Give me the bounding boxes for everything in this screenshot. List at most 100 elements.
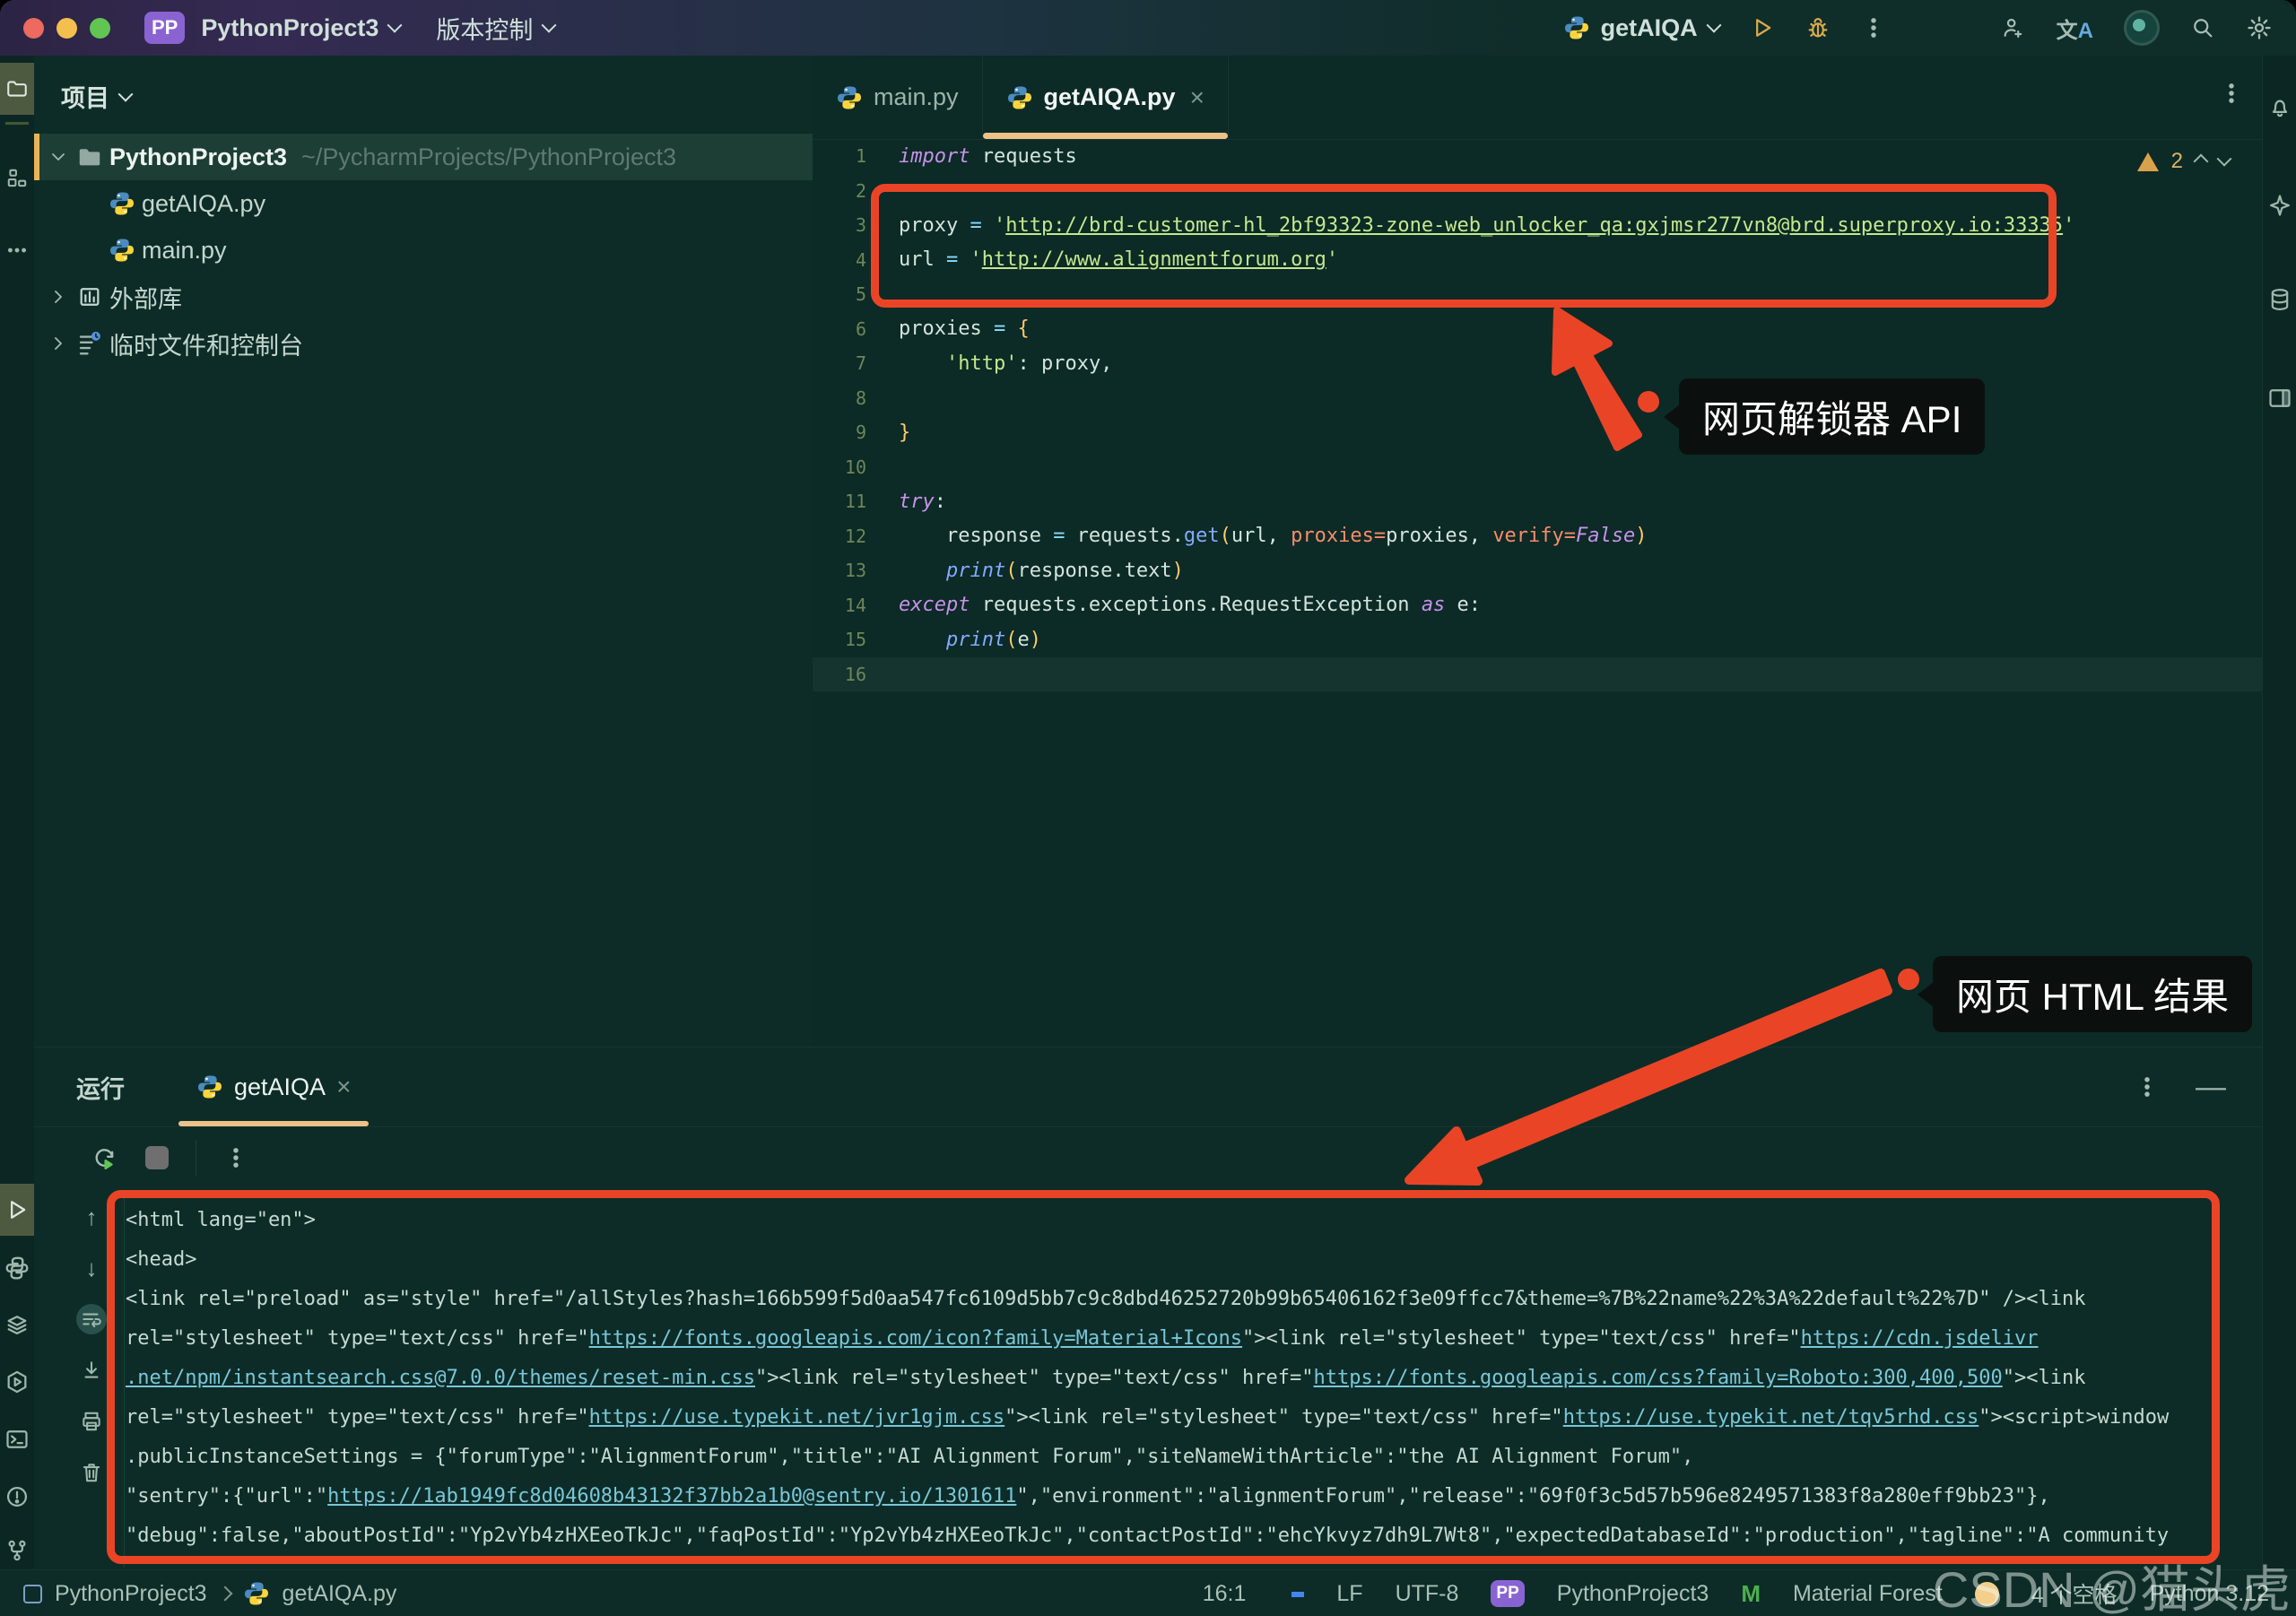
ai-assistant-tool-button[interactable]	[2265, 190, 2295, 221]
chevron-down-icon	[1706, 18, 1721, 33]
clear-console-button[interactable]	[76, 1457, 107, 1488]
line-number[interactable]: 11	[813, 491, 891, 512]
vcs-menu[interactable]: 版本控制	[436, 11, 554, 46]
console-options-button[interactable]	[223, 1145, 248, 1170]
code-line[interactable]: 8	[813, 381, 2262, 416]
line-number[interactable]: 10	[813, 456, 891, 478]
chevron-right-icon	[217, 1586, 232, 1602]
line-number[interactable]: 7	[813, 352, 891, 374]
code-text: response = requests.get(url, proxies=pro…	[899, 525, 1648, 547]
line-number[interactable]: 1	[813, 145, 891, 167]
tab-options-button[interactable]	[2219, 81, 2244, 106]
search-everywhere-button[interactable]	[2190, 15, 2215, 40]
code-with-me-button[interactable]	[2001, 15, 2026, 40]
run-config-selector[interactable]: getAIQA	[1563, 14, 1719, 42]
rerun-button[interactable]	[91, 1144, 118, 1171]
run-button[interactable]	[1750, 15, 1775, 40]
notifications-button[interactable]	[2265, 91, 2295, 122]
more-run-options-button[interactable]	[1861, 15, 1886, 40]
code-line[interactable]: 10	[813, 450, 2262, 485]
python-icon	[196, 1073, 223, 1100]
more-tools-button[interactable]	[2, 235, 32, 265]
status-project[interactable]: PythonProject3	[1557, 1581, 1709, 1607]
close-icon[interactable]: ×	[336, 1073, 351, 1101]
python-packages-tool-button[interactable]	[2, 1253, 32, 1283]
line-number[interactable]: 16	[813, 664, 891, 685]
line-number[interactable]: 6	[813, 318, 891, 340]
minimize-window-button[interactable]	[57, 18, 77, 39]
code-text: }	[899, 421, 910, 444]
database-tool-button[interactable]	[2265, 284, 2295, 315]
code-line[interactable]: 14except requests.exceptions.RequestExce…	[813, 588, 2262, 623]
up-stacktrace-button[interactable]: ↑	[76, 1202, 107, 1232]
line-number[interactable]: 8	[813, 387, 891, 409]
python-console-tool-button[interactable]	[2, 1367, 32, 1397]
translate-icon[interactable]: 文A	[2057, 13, 2093, 44]
editor-tab-getAIQA.py[interactable]: getAIQA.py×	[983, 56, 1229, 139]
version-control-tool-button[interactable]	[2, 1535, 32, 1566]
avatar[interactable]	[2124, 10, 2160, 46]
settings-button[interactable]	[2246, 14, 2273, 41]
project-tool-button[interactable]	[0, 63, 34, 115]
scroll-to-end-button[interactable]	[76, 1355, 107, 1386]
google-icon[interactable]	[1278, 1581, 1304, 1607]
tree-item[interactable]: 外部库	[34, 274, 813, 320]
left-tool-stripe	[0, 56, 35, 1569]
chevron-down-icon[interactable]	[45, 146, 72, 168]
services-tool-button[interactable]	[2, 1309, 32, 1340]
tree-item[interactable]: main.py	[34, 227, 813, 274]
code-line[interactable]: 6 proxies = {	[813, 312, 2262, 347]
code-line[interactable]: 12 response = requests.get(url, proxies=…	[813, 519, 2262, 554]
stop-button[interactable]	[145, 1146, 169, 1169]
file-encoding[interactable]: UTF-8	[1396, 1581, 1459, 1607]
print-button[interactable]	[76, 1406, 107, 1437]
debug-button[interactable]	[1805, 15, 1831, 40]
line-number[interactable]: 15	[813, 629, 891, 650]
run-tool-button[interactable]	[0, 1184, 34, 1236]
code-line[interactable]: 15 print(e)	[813, 622, 2262, 657]
breadcrumb-project[interactable]: PythonProject3	[55, 1581, 207, 1607]
run-config-label: getAIQA	[1601, 14, 1698, 42]
code-text: proxies = {	[899, 317, 1030, 340]
hide-panel-button[interactable]: —	[2196, 1070, 2226, 1105]
close-icon[interactable]: ×	[1190, 83, 1205, 112]
caret-position[interactable]: 16:1	[1203, 1581, 1247, 1607]
line-number[interactable]: 12	[813, 526, 891, 547]
editor-tab-main.py[interactable]: main.py	[813, 56, 983, 139]
python-icon	[243, 1580, 270, 1607]
tree-item[interactable]: getAIQA.py	[34, 180, 813, 227]
problems-tool-button[interactable]	[2, 1481, 32, 1512]
line-number[interactable]: 14	[813, 595, 891, 616]
zoom-window-button[interactable]	[90, 18, 110, 39]
run-panel-options-button[interactable]	[2135, 1074, 2160, 1099]
project-icon-badge: PP	[144, 12, 185, 44]
breadcrumb-file[interactable]: getAIQA.py	[283, 1581, 397, 1607]
soft-wrap-button[interactable]	[76, 1304, 107, 1334]
line-number[interactable]: 13	[813, 560, 891, 581]
tree-item[interactable]: PythonProject3~/PycharmProjects/PythonPr…	[34, 134, 813, 180]
project-panel-header[interactable]: 项目	[34, 56, 813, 130]
terminal-tool-button[interactable]	[2, 1424, 32, 1455]
structure-tool-button[interactable]	[2, 163, 32, 194]
python-icon	[104, 190, 140, 217]
code-line[interactable]: 1import requests	[813, 139, 2262, 174]
code-line[interactable]: 11try:	[813, 484, 2262, 519]
code-line[interactable]: 9}	[813, 415, 2262, 450]
down-stacktrace-button[interactable]: ↓	[76, 1253, 107, 1283]
code-line[interactable]: 13 print(response.text)	[813, 553, 2262, 588]
project-selector[interactable]: PythonProject3	[201, 14, 400, 42]
tree-item[interactable]: 临时文件和控制台	[34, 320, 813, 367]
line-number[interactable]: 9	[813, 421, 891, 443]
close-window-button[interactable]	[23, 18, 44, 39]
theme-name[interactable]: Material Forest	[1793, 1581, 1943, 1607]
line-ending[interactable]: LF	[1336, 1581, 1362, 1607]
code-line[interactable]: 7 'http': proxy,	[813, 346, 2262, 381]
run-tab[interactable]: getAIQA ×	[178, 1047, 369, 1126]
layout-panel-button[interactable]	[2265, 383, 2295, 413]
project-badge: PP	[1491, 1580, 1524, 1607]
code-line[interactable]: 16	[813, 657, 2262, 692]
chevron-down-icon	[118, 86, 134, 101]
chevron-right-icon[interactable]	[45, 333, 72, 354]
chevron-right-icon[interactable]	[45, 286, 72, 308]
editor-tabs: main.pygetAIQA.py×	[813, 56, 2262, 140]
